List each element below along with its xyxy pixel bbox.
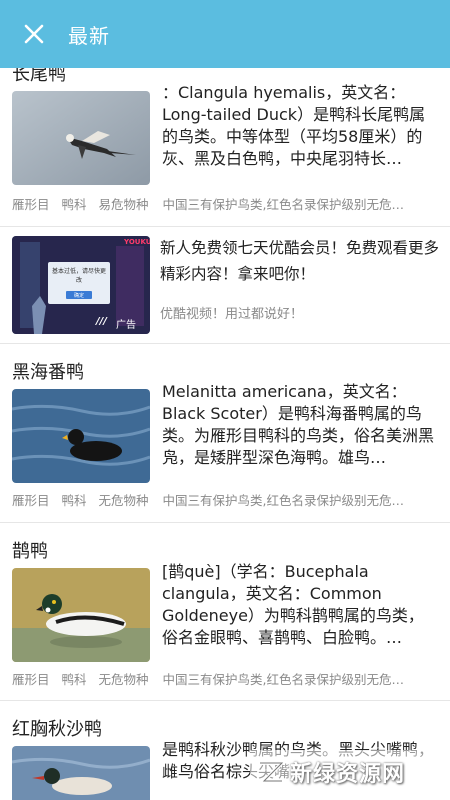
entry-thumbnail <box>12 389 150 483</box>
page-title: 最新 <box>68 23 110 48</box>
ad-thumbnail: 基本过低，请尽快更改 确定 YOUKU 广告 /// <box>12 236 150 334</box>
tag-status: 无危物种 <box>98 493 149 508</box>
entry-title: 红胸秋沙鸭 <box>12 719 102 740</box>
entry-thumbnail <box>12 568 150 662</box>
list-item-common-goldeneye[interactable]: 鹊鸭 [鹊què]（学名：Bucephala clangula，英文名：Comm… <box>0 523 450 699</box>
watermark-logo-icon <box>259 761 286 783</box>
close-button[interactable] <box>0 0 68 68</box>
ad-label: 广告 <box>116 320 136 331</box>
list-item-black-scoter[interactable]: 黑海番鸭 Melanitta americana，英文名：Black Scote… <box>0 344 450 522</box>
entry-summary: ：Clangula hyemalis，英文名：Long-tailed Duck）… <box>162 83 426 168</box>
top-app-bar: 最新 <box>0 0 450 68</box>
tag-family: 鸭科 <box>61 197 87 212</box>
ad-source: 优酷视频！用过都说好！ <box>160 307 304 322</box>
entry-tags: 雁形目 鸭科 易危物种 中国三有保护鸟类,红色名录保护级别无危… <box>12 194 438 213</box>
entry-thumbnail <box>12 91 150 185</box>
watermark-text: 新绿资源网 <box>290 762 406 787</box>
ad-dialog-button: 确定 <box>73 293 84 299</box>
tag-order: 雁形目 <box>12 493 50 508</box>
entry-title: 黑海番鸭 <box>12 362 84 383</box>
tag-protection: 中国三有保护鸟类,红色名录保护级别无危… <box>162 672 405 687</box>
tag-order: 雁形目 <box>12 672 50 687</box>
entry-tags: 雁形目 鸭科 无危物种 中国三有保护鸟类,红色名录保护级别无危… <box>12 490 438 509</box>
entry-summary: Melanitta americana，英文名：Black Scoter）是鸭科… <box>162 382 435 467</box>
ad-item[interactable]: 基本过低，请尽快更改 确定 YOUKU 广告 /// 新人免费领七天优酷会员！免… <box>0 227 450 343</box>
ad-brand-logo: /// <box>96 316 107 327</box>
watermark: 新绿资源网 <box>250 750 432 794</box>
ad-brand: YOUKU <box>124 238 150 246</box>
tag-family: 鸭科 <box>61 493 87 508</box>
close-icon <box>24 24 44 44</box>
tag-protection: 中国三有保护鸟类,红色名录保护级别无危… <box>162 493 405 508</box>
entry-title: 长尾鸭 <box>12 68 66 85</box>
tag-status: 易危物种 <box>98 197 149 212</box>
entry-summary: [鹊què]（学名：Bucephala clangula，英文名：Common … <box>162 562 424 647</box>
ad-dialog-text: 基本过低，请尽快更改 <box>51 268 106 284</box>
tag-order: 雁形目 <box>12 197 50 212</box>
list-item-long-tailed-duck[interactable]: 长尾鸭 ：Clangula hyemalis，英文名：Long-tailed D… <box>0 68 450 224</box>
tag-status: 无危物种 <box>98 672 149 687</box>
article-feed[interactable]: 长尾鸭 ：Clangula hyemalis，英文名：Long-tailed D… <box>0 68 450 800</box>
tag-protection: 中国三有保护鸟类,红色名录保护级别无危… <box>162 197 405 212</box>
entry-thumbnail <box>12 746 150 800</box>
tag-family: 鸭科 <box>61 672 87 687</box>
entry-title: 鹊鸭 <box>12 541 48 562</box>
entry-tags: 雁形目 鸭科 无危物种 中国三有保护鸟类,红色名录保护级别无危… <box>12 669 438 688</box>
ad-text: 新人免费领七天优酷会员！免费观看更多精彩内容！拿来吧你！ <box>160 239 440 283</box>
